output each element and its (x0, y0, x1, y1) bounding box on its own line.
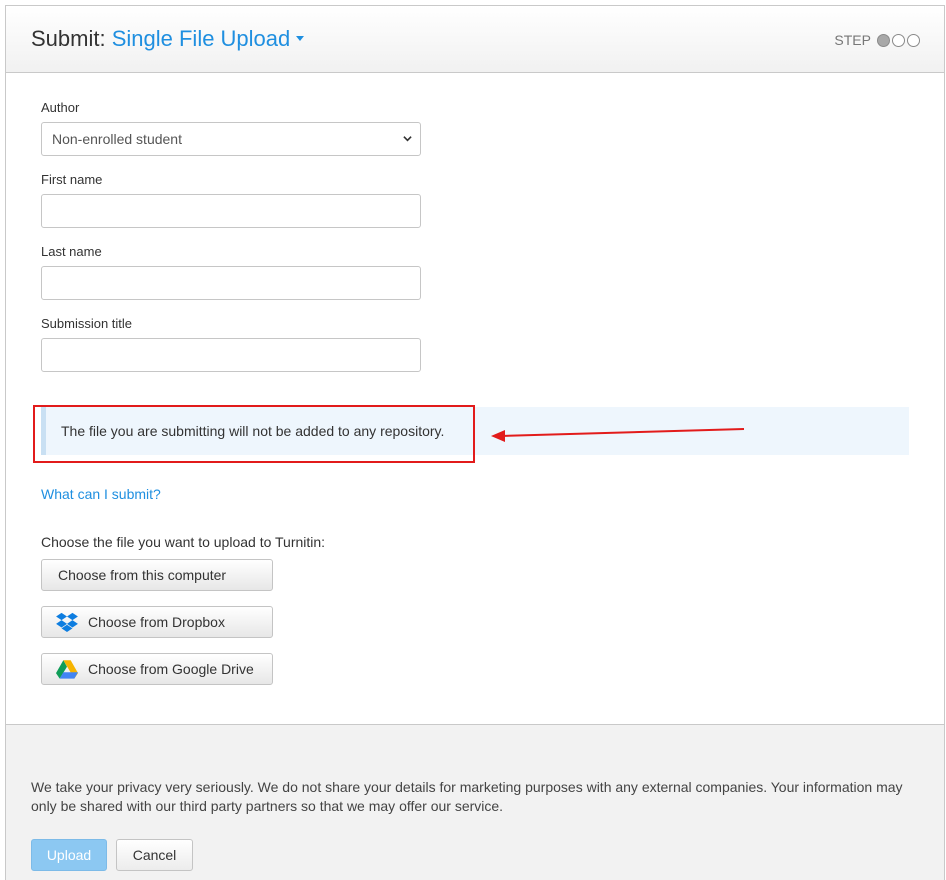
panel-header: Submit: Single File Upload STEP (6, 6, 944, 73)
step-dot-3 (907, 33, 920, 47)
panel-footer: We take your privacy very seriously. We … (6, 724, 944, 880)
first-name-field[interactable] (41, 194, 421, 228)
choose-from-computer-label: Choose from this computer (58, 567, 227, 583)
upload-button[interactable]: Upload (31, 839, 107, 871)
caret-down-icon (296, 35, 305, 41)
chevron-down-icon (403, 136, 412, 142)
step-dot-2 (892, 33, 905, 47)
annotation-arrow-icon (491, 428, 745, 442)
cancel-button[interactable]: Cancel (116, 839, 193, 871)
step-dot-1 (877, 33, 890, 47)
last-name-label: Last name (41, 244, 102, 259)
author-select-value: Non-enrolled student (52, 131, 182, 147)
page-title: Submit: Single File Upload (31, 26, 305, 52)
upload-type-dropdown[interactable]: Single File Upload (112, 26, 305, 51)
upload-instruction: Choose the file you want to upload to Tu… (41, 534, 326, 550)
choose-from-dropbox-label: Choose from Dropbox (88, 614, 225, 630)
title-prefix: Submit: (31, 26, 106, 51)
submission-title-field[interactable] (41, 338, 421, 372)
step-indicator: STEP (834, 32, 920, 48)
choose-from-google-drive-button[interactable]: Choose from Google Drive (41, 653, 273, 685)
what-can-i-submit-link[interactable]: What can I submit? (41, 486, 161, 502)
annotation-highlight-box (33, 405, 475, 463)
choose-from-google-drive-label: Choose from Google Drive (88, 661, 254, 677)
submission-title-label: Submission title (41, 316, 133, 331)
submission-panel: Submit: Single File Upload STEP Author N… (5, 5, 945, 880)
choose-from-computer-button[interactable]: Choose from this computer (41, 559, 273, 591)
first-name-label: First name (41, 172, 103, 187)
last-name-field[interactable] (41, 266, 421, 300)
author-select[interactable]: Non-enrolled student (41, 122, 421, 156)
choose-from-dropbox-button[interactable]: Choose from Dropbox (41, 606, 273, 638)
upload-type-label: Single File Upload (111, 26, 291, 51)
google-drive-icon (56, 660, 78, 679)
privacy-notice: We take your privacy very seriously. We … (31, 779, 903, 814)
step-label: STEP (834, 32, 871, 48)
author-label: Author (41, 100, 80, 115)
dropbox-icon (56, 612, 78, 632)
